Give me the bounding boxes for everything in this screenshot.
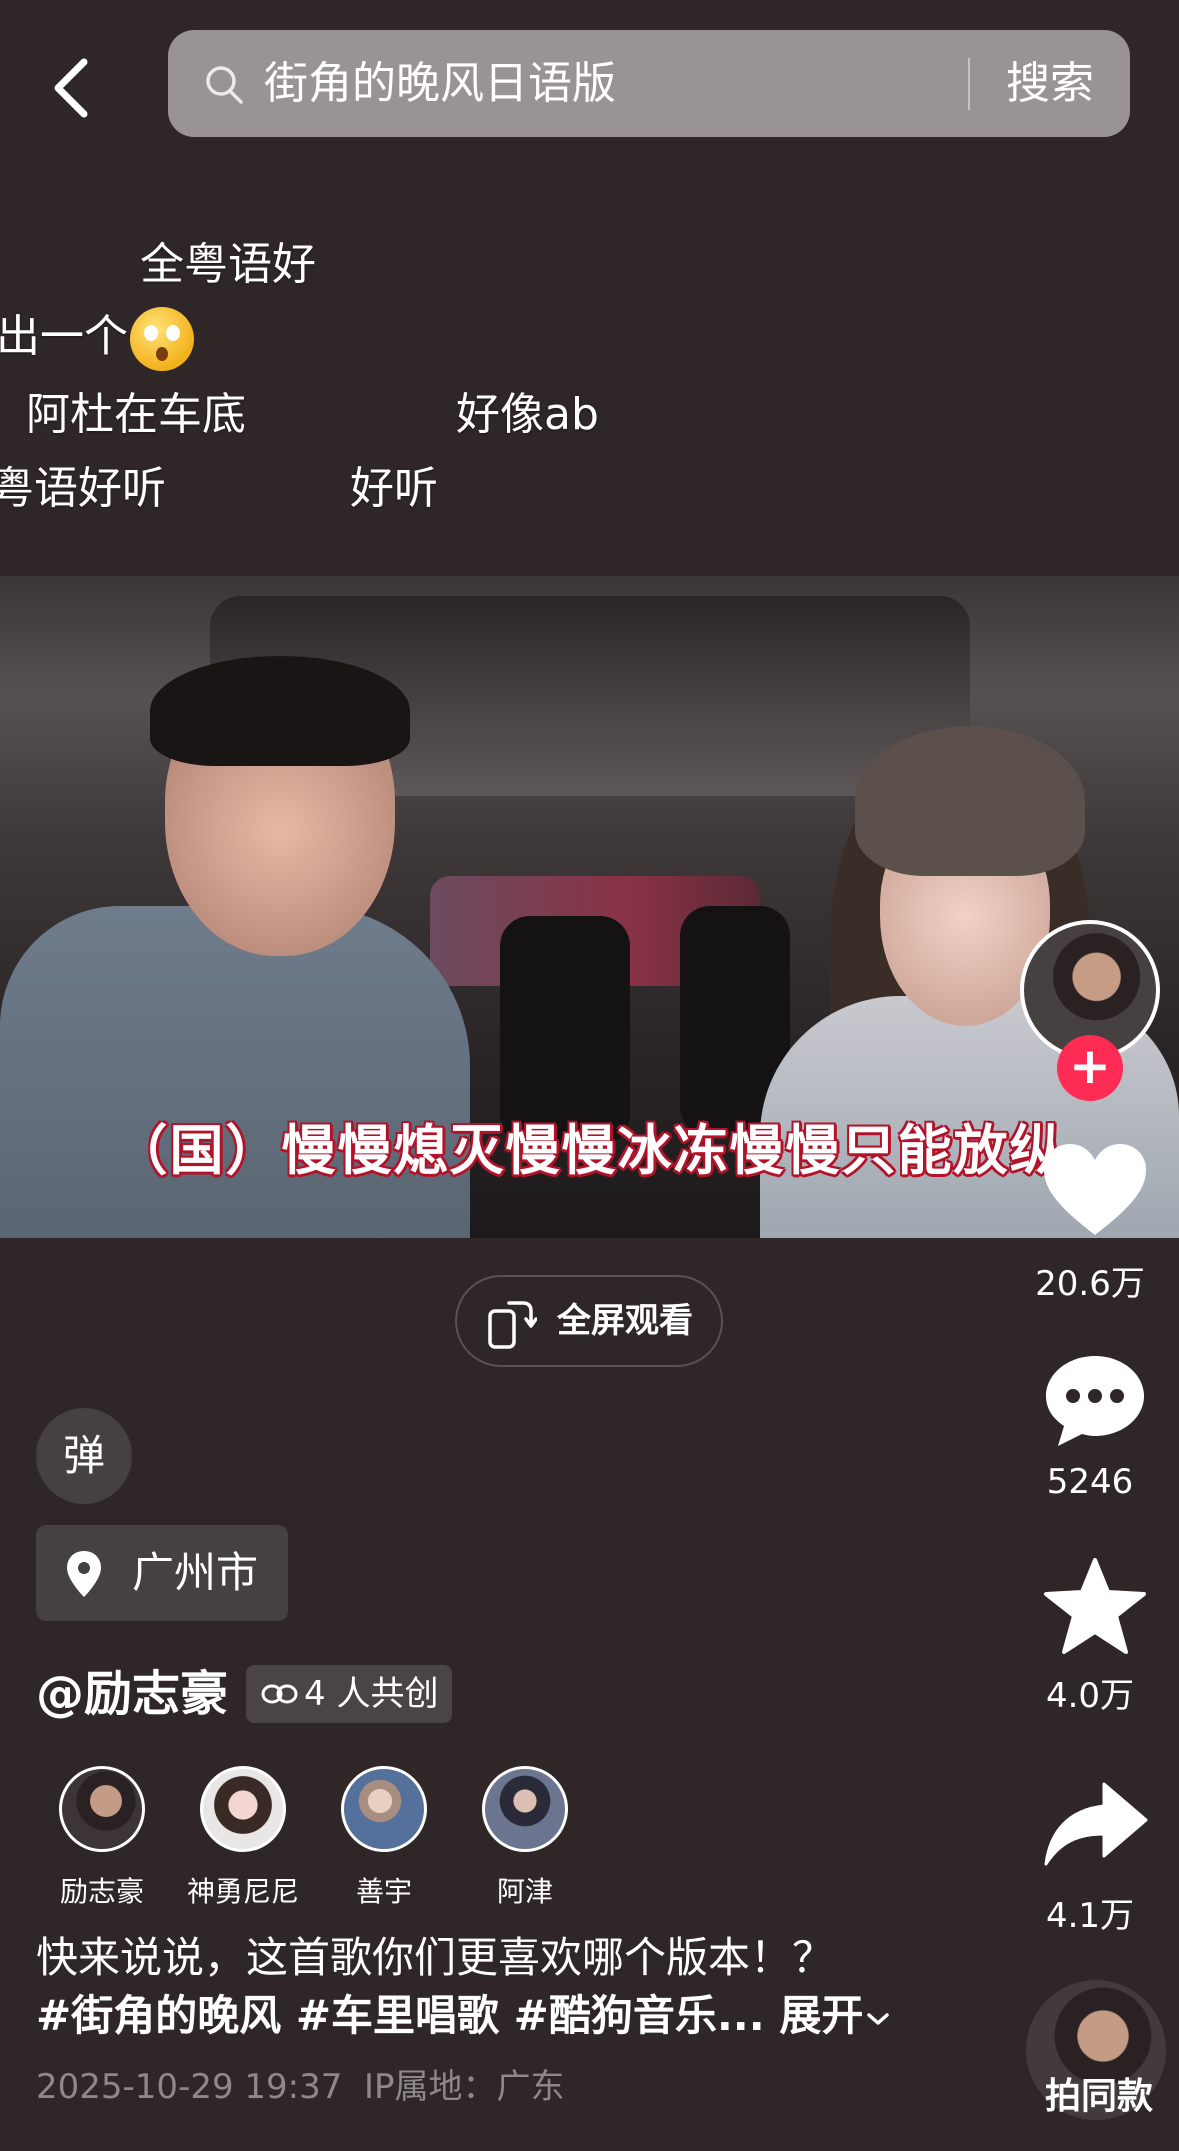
fullscreen-button[interactable]: 全屏观看 — [455, 1275, 723, 1367]
man-figure — [0, 906, 470, 1238]
video-hashtags[interactable]: #街角的晚风 #车里唱歌 #酷狗音乐... 展开 — [36, 1988, 891, 2044]
search-icon — [206, 66, 243, 104]
follow-plus-button[interactable]: + — [1057, 1035, 1123, 1101]
post-datetime: 2025-10-29 19:37 — [36, 2067, 343, 2107]
post-meta: 2025-10-29 19:37 IP属地：广东 — [36, 2062, 565, 2112]
search-input[interactable]: 街角的晚风日语版 — [264, 30, 616, 137]
search-button[interactable]: 搜索 — [1006, 30, 1094, 137]
danmaku-comment: 好听 — [350, 463, 438, 514]
heart-icon[interactable] — [1040, 1140, 1150, 1240]
share-icon[interactable] — [1040, 1776, 1150, 1876]
creator-item[interactable]: 阿津 — [460, 1766, 590, 1910]
woman-beanie — [855, 726, 1085, 876]
link-icon — [261, 1684, 298, 1704]
danmaku-toggle-button[interactable]: 弹 — [36, 1408, 132, 1504]
creator-item[interactable]: 神勇尼尼 — [178, 1766, 308, 1910]
expand-label: 展开 — [779, 1991, 864, 2040]
danmaku-comment: 粤语好听 — [0, 463, 166, 514]
creator-item[interactable]: 善宇 — [319, 1766, 449, 1910]
video-subtitle: （国）慢慢熄灭慢慢冰冻慢慢只能放纵 — [113, 1119, 1066, 1182]
video-player[interactable]: （国）慢慢熄灭慢慢冰冻慢慢只能放纵 — [0, 576, 1179, 1238]
ip-location: IP属地：广东 — [364, 2067, 565, 2107]
hashtag-text[interactable]: #街角的晚风 #车里唱歌 #酷狗音乐... — [36, 1991, 765, 2040]
cocreate-badge[interactable]: 4 人共创 — [246, 1665, 452, 1723]
fullscreen-label: 全屏观看 — [557, 1301, 693, 1341]
location-tag[interactable]: 广州市 — [36, 1525, 288, 1621]
creator-name: 励志豪 — [59, 1875, 144, 1908]
expand-button[interactable]: 展开 — [779, 1991, 891, 2040]
share-count: 4.1万 — [1045, 1896, 1135, 1936]
man-hair — [150, 656, 410, 766]
danmaku-comment: 全粤语好 — [140, 239, 316, 290]
creator-avatar — [482, 1766, 568, 1852]
search-divider — [968, 58, 970, 110]
favorite-count: 4.0万 — [1045, 1676, 1135, 1716]
author-name[interactable]: @励志豪 — [36, 1664, 228, 1724]
cocreate-label: 4 人共创 — [304, 1674, 439, 1714]
chevron-left-icon — [54, 58, 88, 118]
danmaku-comment: 阿杜在车底 — [26, 389, 246, 440]
comment-icon[interactable] — [1040, 1350, 1150, 1450]
danmaku-comment: 好像ab — [456, 389, 599, 440]
danmaku-comment-text: 出一个 — [0, 311, 128, 362]
search-bar[interactable]: 街角的晚风日语版 搜索 — [168, 30, 1130, 137]
creator-name: 阿津 — [496, 1875, 553, 1908]
creator-avatar — [200, 1766, 286, 1852]
chevron-down-icon — [867, 2012, 890, 2025]
danmaku-comment: 出一个 — [0, 300, 194, 371]
same-style-button[interactable]: 拍同款 — [1034, 2072, 1164, 2122]
creator-item[interactable]: 励志豪 — [37, 1766, 167, 1910]
creator-name: 神勇尼尼 — [186, 1875, 299, 1908]
location-label: 广州市 — [132, 1548, 259, 1597]
comment-count: 5246 — [1046, 1462, 1134, 1502]
danmaku-toggle-label: 弹 — [62, 1431, 105, 1480]
creator-avatar — [341, 1766, 427, 1852]
video-description: 快来说说，这首歌你们更喜欢哪个版本！？ — [36, 1933, 835, 1982]
like-count: 20.6万 — [1035, 1264, 1145, 1304]
creator-avatar — [59, 1766, 145, 1852]
astonished-face-icon — [130, 307, 194, 371]
star-icon[interactable] — [1040, 1556, 1150, 1656]
creator-name: 善宇 — [355, 1875, 412, 1908]
location-pin-icon — [67, 1551, 101, 1597]
back-button[interactable] — [40, 48, 110, 128]
rotate-phone-icon — [488, 1301, 537, 1349]
